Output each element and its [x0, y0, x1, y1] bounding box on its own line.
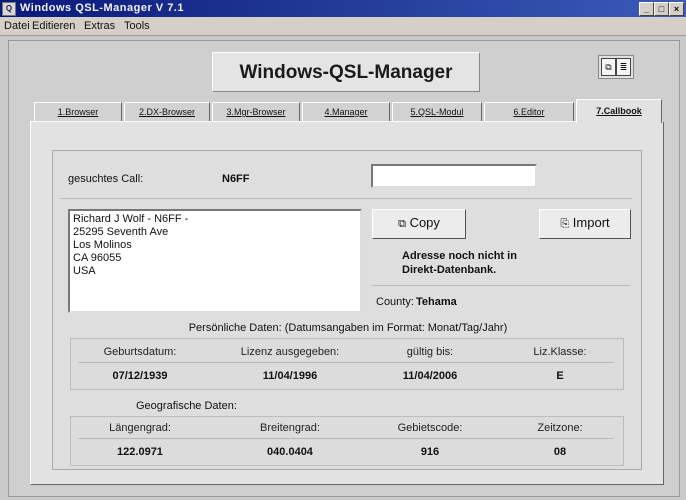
timezone-value: 08 [553, 446, 567, 458]
address-line: 25295 Seventh Ave [73, 226, 169, 238]
app-heading: Windows-QSL-Manager [239, 62, 453, 83]
close-button[interactable]: × [669, 2, 684, 16]
area-code-header: Gebietscode: [397, 422, 463, 434]
import-button[interactable]: ⎘ Import [539, 209, 631, 239]
tab-dx-browser[interactable]: 2.DX-Browser [124, 102, 210, 122]
divider [78, 438, 614, 439]
county-value: Tehama [416, 296, 457, 308]
menu-extras[interactable]: Extras [84, 20, 115, 32]
menu-bar: Datei Editieren Extras Tools [0, 17, 686, 36]
license-issued-value: 11/04/1996 [262, 370, 318, 382]
address-textbox[interactable]: Richard J Wolf - N6FF - 25295 Seventh Av… [68, 209, 362, 313]
search-call-label: gesuchtes Call: [68, 173, 144, 185]
geo-data-title: Geografische Daten: [136, 400, 237, 412]
divider [372, 285, 630, 286]
status-message-line2: Direkt-Datenbank. [402, 264, 497, 276]
tab-editor[interactable]: 6.Editor [484, 102, 574, 122]
address-line: CA 96055 [73, 252, 122, 264]
import-icon: ⎘ [560, 218, 570, 230]
copy-icon: ⧉ [398, 218, 406, 230]
valid-until-value: 11/04/2006 [402, 370, 458, 382]
copy-button[interactable]: ⧉ Copy [372, 209, 466, 239]
area-code-value: 916 [420, 446, 440, 458]
menu-datei[interactable]: Datei [4, 20, 30, 32]
license-issued-header: Lizenz ausgegeben: [240, 346, 340, 358]
tab-mgr-browser[interactable]: 3.Mgr-Browser [212, 102, 300, 122]
birthdate-value: 07/12/1939 [112, 370, 168, 382]
tab-callbook[interactable]: 7.Callbook [576, 99, 662, 123]
status-message-line1: Adresse noch nicht in [402, 250, 517, 262]
latitude-value: 040.0404 [267, 446, 313, 458]
birthdate-header: Geburtsdatum: [103, 346, 177, 358]
personal-data-title: Persönliche Daten: (Datumsangaben im For… [188, 322, 508, 334]
address-line: Los Molinos [73, 239, 132, 251]
tab-manager[interactable]: 4.Manager [302, 102, 390, 122]
latitude-header: Breitengrad: [260, 422, 320, 434]
license-class-header: Liz.Klasse: [533, 346, 587, 358]
header-panel: Windows-QSL-Manager [212, 52, 480, 92]
search-call-value: N6FF [222, 173, 250, 185]
longitude-value: 122.0971 [117, 446, 163, 458]
address-line: USA [73, 265, 96, 277]
tab-browser[interactable]: 1.Browser [34, 102, 122, 122]
list-icon[interactable]: ≣ [616, 58, 631, 76]
license-class-value: E [556, 370, 564, 382]
divider [60, 198, 632, 199]
copy-button-label: Copy [409, 215, 440, 230]
county-label: County: [376, 296, 414, 308]
timezone-header: Zeitzone: [537, 422, 583, 434]
header-icon-group: ⧉ ≣ [598, 55, 634, 79]
window-title: Windows QSL-Manager V 7.1 [20, 2, 184, 14]
import-button-label: Import [572, 215, 610, 230]
divider [78, 362, 614, 363]
app-icon[interactable]: Q [2, 2, 16, 16]
title-bar: Q Windows QSL-Manager V 7.1 _ □ × [0, 0, 686, 17]
copy-icon[interactable]: ⧉ [601, 58, 616, 76]
menu-tools[interactable]: Tools [124, 20, 150, 32]
call-search-input[interactable] [371, 164, 537, 188]
menu-editieren[interactable]: Editieren [32, 20, 75, 32]
longitude-header: Längengrad: [109, 422, 171, 434]
minimize-button[interactable]: _ [639, 2, 654, 16]
maximize-button[interactable]: □ [654, 2, 669, 16]
valid-until-header: gültig bis: [406, 346, 454, 358]
tab-qsl-modul[interactable]: 5.QSL-Modul [392, 102, 482, 122]
address-line: Richard J Wolf - N6FF - [73, 213, 189, 225]
